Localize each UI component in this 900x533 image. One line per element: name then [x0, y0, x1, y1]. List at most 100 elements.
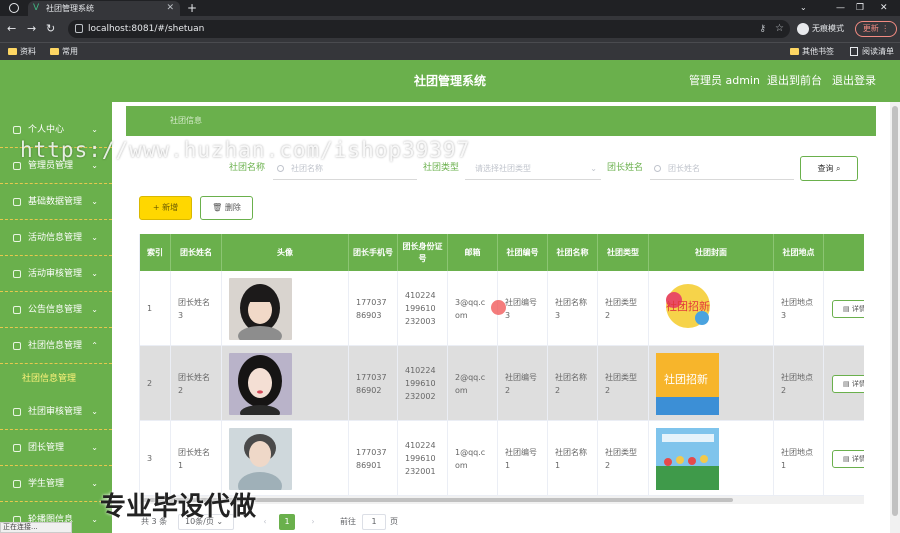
cell-index: 1	[140, 271, 171, 346]
sidebar-item-notice[interactable]: 公告信息管理 ⌄	[0, 292, 112, 328]
club-name-placeholder: 社团名称	[291, 164, 323, 173]
trash-icon: 🗑	[212, 203, 223, 212]
cell-name: 社团名称3	[548, 271, 598, 346]
exit-to-front-link[interactable]: 退出到前台	[767, 60, 822, 102]
detail-label: 详情	[851, 380, 864, 388]
detail-button[interactable]: ▤ 详情	[832, 450, 864, 468]
cell-place: 社团地点3	[774, 271, 824, 346]
table-row[interactable]: 2 团长姓名2 17703786902 410224199610232002 2…	[140, 346, 864, 421]
bookmark-folder-1[interactable]: 资料	[8, 43, 36, 60]
cell-type: 社团类型2	[598, 346, 649, 421]
prev-page-icon[interactable]: ‹	[258, 514, 272, 530]
cell-idcard: 410224199610232002	[398, 346, 448, 421]
url-text: localhost:8081/#/shetuan	[88, 24, 205, 34]
document-icon: ▤	[843, 455, 850, 463]
query-button[interactable]: 查询 ⌕	[800, 156, 858, 181]
sidebar-item-label: 个人中心	[28, 125, 65, 135]
chevron-down-icon: ⌄	[91, 515, 98, 524]
info-icon[interactable]	[75, 24, 83, 33]
query-label: 查询	[817, 164, 834, 173]
sidebar-item-student[interactable]: 学生管理 ⌄	[0, 466, 112, 502]
cell-code: 社团编号1	[498, 421, 548, 496]
column-header-leader: 团长姓名	[171, 234, 222, 271]
restore-icon[interactable]: ❐	[856, 0, 864, 16]
chevron-down-icon: ⌄	[590, 164, 597, 173]
logout-link[interactable]: 退出登录	[832, 60, 876, 102]
bookmark-star-icon[interactable]: ☆	[775, 20, 784, 38]
sidebar-item-club[interactable]: 社团信息管理 ⌃	[0, 328, 112, 364]
chevron-down-icon: ⌄	[91, 269, 98, 278]
sidebar-item-activity-review[interactable]: 活动审核管理 ⌄	[0, 256, 112, 292]
page-number-current[interactable]: 1	[279, 514, 295, 530]
bookmark-label: 常用	[62, 47, 78, 56]
search-icon	[654, 165, 661, 172]
avatar	[229, 277, 292, 340]
incognito-label: 无痕模式	[812, 24, 844, 33]
add-button[interactable]: + 新增	[139, 196, 192, 220]
next-page-icon[interactable]: ›	[306, 514, 320, 530]
table-row[interactable]: 3 团长姓名1 17703786901 410224199610232001 1…	[140, 421, 864, 496]
address-bar[interactable]: localhost:8081/#/shetuan ⚷ ☆	[68, 20, 790, 38]
sidebar-subitem-club-info[interactable]: 社团信息管理	[0, 364, 112, 394]
reading-list-icon	[850, 47, 858, 56]
goto-page-input[interactable]: 1	[362, 514, 386, 530]
delete-label: 删除	[224, 203, 241, 212]
menu-icon	[13, 234, 21, 242]
avatar	[229, 427, 292, 490]
minimize-icon[interactable]: —	[836, 0, 845, 16]
page-vertical-scrollbar[interactable]	[890, 102, 900, 533]
column-header-avatar: 头像	[222, 234, 349, 271]
document-icon: ▤	[843, 305, 850, 313]
chevron-down-icon: ⌄	[91, 233, 98, 242]
club-type-select[interactable]: 请选择社团类型 ⌄	[465, 158, 601, 180]
new-tab-icon[interactable]: +	[187, 0, 197, 16]
browser-tab[interactable]: V 社团管理系统 ✕	[28, 1, 180, 16]
cell-index: 2	[140, 346, 171, 421]
close-tab-icon[interactable]: ✕	[166, 1, 174, 16]
bookmarks-bar: 资料 常用 其他书签 阅读清单	[0, 42, 900, 60]
browser-tabstrip: V 社团管理系统 ✕ + ⌄ — ❐ ✕	[0, 0, 900, 16]
browser-menu-icon[interactable]	[9, 3, 19, 13]
other-bookmarks[interactable]: 其他书签	[790, 43, 834, 60]
admin-user-link[interactable]: 管理员 admin	[689, 60, 760, 102]
menu-icon	[13, 444, 21, 452]
update-button[interactable]: 更新 ⋮	[855, 21, 897, 37]
update-label: 更新	[862, 24, 879, 33]
watermark-url: https://www.huzhan.com/ishop39397	[20, 138, 471, 162]
cell-actions: ▤ 详情	[824, 346, 864, 421]
window-close-icon[interactable]: ✕	[880, 0, 888, 16]
cover-text: 社团招新	[664, 372, 708, 386]
goto-label: 前往	[340, 517, 356, 526]
watermark-text: 专业毕设代做	[100, 492, 257, 522]
back-icon[interactable]: ←	[7, 20, 16, 38]
sidebar-item-label: 公告信息管理	[28, 305, 83, 315]
sidebar-item-basic-data[interactable]: 基础数据管理 ⌄	[0, 184, 112, 220]
sidebar-item-club-review[interactable]: 社团审核管理 ⌄	[0, 394, 112, 430]
reading-list[interactable]: 阅读清单	[850, 43, 894, 60]
detail-button[interactable]: ▤ 详情	[832, 375, 864, 393]
cell-code: 社团编号2	[498, 346, 548, 421]
cell-phone: 17703786901	[349, 421, 398, 496]
user-icon	[13, 126, 21, 134]
detail-button[interactable]: ▤ 详情	[832, 300, 864, 318]
delete-button[interactable]: 🗑 删除	[200, 196, 253, 220]
column-header-idcard: 团长身份证号	[398, 234, 448, 271]
incognito-indicator[interactable]: 无痕模式	[797, 20, 844, 38]
forward-icon[interactable]: →	[27, 20, 36, 38]
tab-search-icon[interactable]: ⌄	[800, 0, 807, 16]
key-icon[interactable]: ⚷	[759, 20, 766, 38]
breadcrumb[interactable]: 社团信息	[170, 106, 202, 136]
cell-leader: 团长姓名2	[171, 346, 222, 421]
scrollbar-thumb[interactable]	[892, 106, 898, 516]
cell-leader: 团长姓名3	[171, 271, 222, 346]
leader-name-input[interactable]: 团长姓名	[650, 158, 794, 180]
chevron-down-icon: ⌄	[91, 305, 98, 314]
cover-image	[656, 427, 719, 490]
bookmark-folder-2[interactable]: 常用	[50, 43, 78, 60]
reload-icon[interactable]: ↻	[46, 20, 55, 38]
sidebar-item-leader[interactable]: 团长管理 ⌄	[0, 430, 112, 466]
column-header-index: 索引	[140, 234, 171, 271]
sidebar-item-activity[interactable]: 活动信息管理 ⌄	[0, 220, 112, 256]
sidebar-item-label: 活动审核管理	[28, 269, 83, 279]
column-header-code: 社团编号	[498, 234, 548, 271]
